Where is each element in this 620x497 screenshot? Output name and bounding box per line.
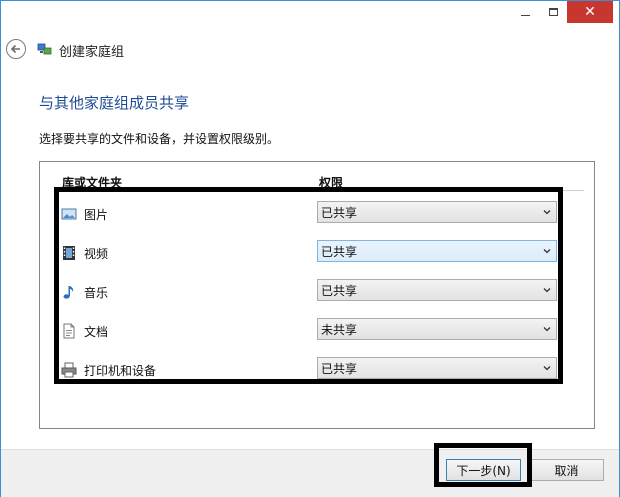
printer-icon [61,362,77,378]
row-label: 打印机和设备 [84,364,157,378]
wizard-title: 创建家庭组 [59,45,125,60]
chevron-down-icon [543,327,551,332]
homegroup-icon [37,43,52,55]
page-description: 选择要共享的文件和设备，并设置权限级别。 [39,132,280,146]
row-label: 视频 [84,247,109,261]
dropdown-value: 已共享 [321,244,358,259]
chevron-down-icon [543,288,551,293]
row-label: 图片 [84,208,109,222]
sharing-row-music: 音乐 已共享 [60,279,560,305]
sharing-row-documents: 文档 未共享 [60,318,560,344]
minimize-icon [520,14,530,16]
sharing-row-pictures: 图片 已共享 [60,201,560,227]
row-label: 音乐 [84,286,109,300]
maximize-button[interactable] [539,1,567,23]
footer-bar [1,449,619,497]
chevron-down-icon [543,366,551,371]
sharing-row-printers: 打印机和设备 已共享 [60,357,560,383]
column-header-permission: 权限 [319,176,344,190]
maximize-icon [548,8,558,16]
row-label: 文档 [84,325,109,339]
permission-dropdown-music[interactable]: 已共享 [317,279,557,301]
wizard-nav: 创建家庭组 [1,37,619,65]
title-bar: ✕ [1,1,619,31]
dropdown-value: 已共享 [321,205,358,220]
back-button[interactable] [6,39,26,59]
homegroup-wizard-window: ✕ 创建家庭组 与其他家庭组成员共享 选择要共享的文件和设备，并设置权限级别。 … [0,0,620,497]
pictures-icon [61,208,77,220]
permission-dropdown-documents[interactable]: 未共享 [317,318,557,340]
permission-dropdown-pictures[interactable]: 已共享 [317,201,557,223]
documents-icon [63,323,75,339]
permission-dropdown-videos[interactable]: 已共享 [317,240,557,262]
minimize-button[interactable] [511,1,539,23]
cancel-button[interactable]: 取消 [529,459,604,481]
music-icon [63,286,74,299]
column-header-library: 库或文件夹 [62,176,123,190]
sharing-row-videos: 视频 已共享 [60,240,560,266]
dropdown-value: 未共享 [321,322,358,337]
back-arrow-icon [10,44,20,54]
close-button[interactable]: ✕ [567,1,613,23]
next-button[interactable]: 下一步(N) [446,459,521,481]
header-divider [54,190,584,191]
chevron-down-icon [543,249,551,254]
permission-dropdown-printers[interactable]: 已共享 [317,357,557,379]
close-icon: ✕ [584,4,596,20]
dropdown-value: 已共享 [321,361,358,376]
chevron-down-icon [543,210,551,215]
videos-icon [63,246,75,260]
dropdown-value: 已共享 [321,283,358,298]
page-heading: 与其他家庭组成员共享 [39,94,190,112]
